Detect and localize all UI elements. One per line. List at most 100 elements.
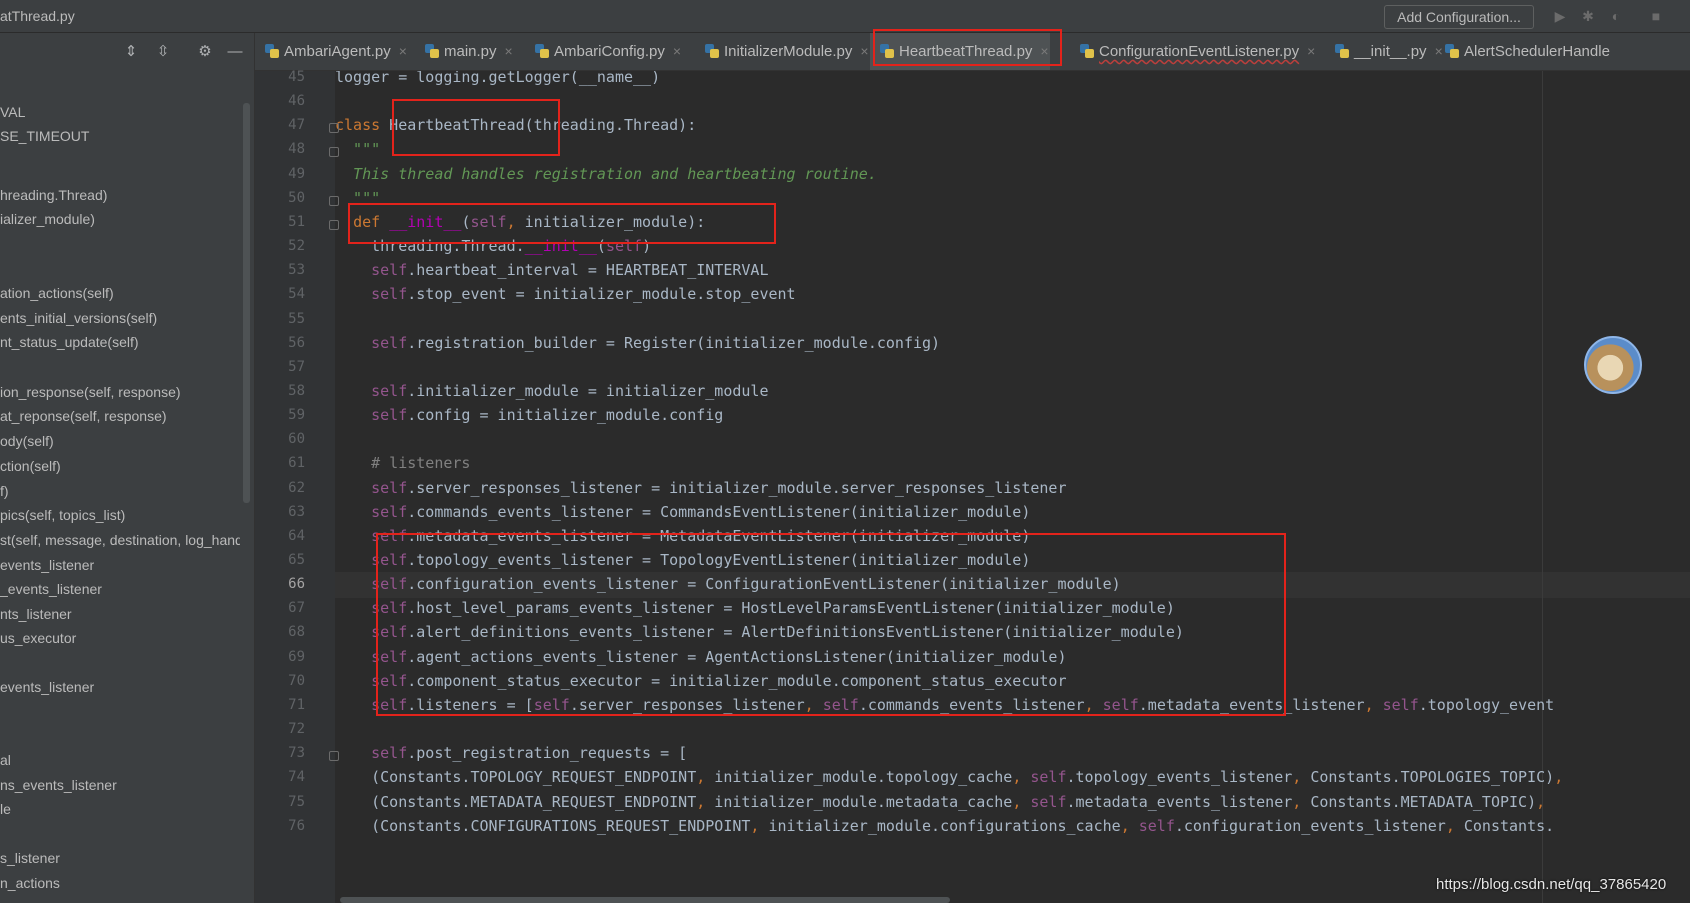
watermark: https://blog.csdn.net/qq_37865420: [1436, 876, 1667, 893]
structure-item[interactable]: le: [0, 801, 11, 817]
fold-marker-icon[interactable]: [329, 123, 339, 134]
line-number: 47: [288, 117, 305, 134]
line-number: 50: [288, 189, 305, 206]
close-icon[interactable]: ×: [505, 43, 513, 59]
collapse-all-icon[interactable]: ⇳: [154, 43, 172, 61]
fold-marker-icon[interactable]: [329, 195, 339, 206]
structure-item[interactable]: SE_TIMEOUT: [0, 128, 89, 144]
line-number: 69: [288, 648, 305, 665]
structure-item[interactable]: st(self, message, destination, log_hand: [0, 532, 240, 548]
code-line[interactable]: (Constants.TOPOLOGY_REQUEST_ENDPOINT, in…: [335, 768, 1563, 786]
structure-item[interactable]: us_executor: [0, 630, 76, 646]
structure-item[interactable]: _events_listener: [0, 581, 102, 597]
code-line[interactable]: self.commands_events_listener = Commands…: [335, 503, 1030, 521]
python-file-icon: [1335, 44, 1349, 58]
expand-all-icon[interactable]: ⇕: [122, 43, 140, 61]
code-line[interactable]: self.server_responses_listener = initial…: [335, 479, 1066, 497]
python-file-icon: [535, 44, 549, 58]
line-number: 52: [288, 238, 305, 255]
annotation-box-class: [392, 99, 560, 156]
structure-item[interactable]: events_listener: [0, 557, 94, 573]
code-line[interactable]: (Constants.CONFIGURATIONS_REQUEST_ENDPOI…: [335, 817, 1554, 835]
tab-configurationeventlistener-py[interactable]: ConfigurationEventListener.py ×: [1070, 33, 1315, 70]
code-line[interactable]: self.initializer_module = initializer_mo…: [335, 382, 768, 400]
structure-item[interactable]: ion_response(self, response): [0, 384, 181, 400]
run-icon[interactable]: ▶: [1552, 8, 1568, 24]
structure-item[interactable]: ction(self): [0, 458, 61, 474]
tab-label: AmbariAgent.py: [284, 43, 391, 60]
line-number: 64: [288, 527, 305, 544]
stop-icon[interactable]: ■: [1648, 8, 1664, 24]
structure-item[interactable]: pics(self, topics_list): [0, 507, 125, 523]
structure-item[interactable]: n_actions: [0, 875, 60, 891]
code-line[interactable]: self.post_registration_requests = [: [335, 744, 687, 762]
structure-item[interactable]: nts_listener: [0, 606, 72, 622]
python-file-icon: [705, 44, 719, 58]
python-file-icon: [425, 44, 439, 58]
structure-item[interactable]: ializer_module): [0, 211, 95, 227]
structure-item[interactable]: ns_events_listener: [0, 777, 117, 793]
structure-item[interactable]: nt_status_update(self): [0, 334, 139, 350]
close-icon[interactable]: ×: [860, 43, 868, 59]
line-number: 73: [288, 745, 305, 762]
tab-ambariagent-py[interactable]: AmbariAgent.py ×: [255, 33, 407, 70]
line-number: 57: [288, 358, 305, 375]
line-number: 66: [288, 576, 305, 593]
fold-marker-icon[interactable]: [329, 219, 339, 230]
tab-label: AmbariConfig.py: [554, 43, 665, 60]
code-line[interactable]: logger = logging.getLogger(__name__): [335, 71, 660, 86]
structure-item[interactable]: ody(self): [0, 433, 54, 449]
fold-marker-icon[interactable]: [329, 751, 339, 762]
code-line[interactable]: (Constants.METADATA_REQUEST_ENDPOINT, in…: [335, 793, 1545, 811]
line-number: 55: [288, 310, 305, 327]
structure-item[interactable]: al: [0, 752, 11, 768]
code-line[interactable]: # listeners: [335, 454, 470, 472]
code-line[interactable]: """: [335, 140, 380, 158]
structure-item[interactable]: ents_initial_versions(self): [0, 310, 157, 326]
structure-scrollbar[interactable]: [243, 103, 250, 503]
code-line[interactable]: self.stop_event = initializer_module.sto…: [335, 285, 795, 303]
close-icon[interactable]: ×: [399, 43, 407, 59]
tab-main-py[interactable]: main.py ×: [415, 33, 515, 70]
tab-initializermodule-py[interactable]: InitializerModule.py ×: [695, 33, 869, 70]
line-number: 65: [288, 552, 305, 568]
horizontal-scrollbar[interactable]: [340, 897, 950, 903]
structure-item[interactable]: ation_actions(self): [0, 285, 114, 301]
tab-alertschedulerhandle[interactable]: AlertSchedulerHandle: [1435, 33, 1690, 70]
close-icon[interactable]: ×: [673, 43, 681, 59]
code-line[interactable]: This thread handles registration and hea…: [335, 165, 877, 183]
code-editor[interactable]: logger = logging.getLogger(__name__) clas…: [335, 71, 1690, 903]
avatar[interactable]: [1584, 336, 1642, 394]
coverage-icon[interactable]: ◐: [1608, 8, 1624, 24]
title-bar: atThread.py Add Configuration... ▶ ✱ ◐ ■: [0, 0, 1690, 33]
line-number: 72: [288, 721, 305, 738]
line-number: 56: [288, 334, 305, 351]
python-file-icon: [1080, 44, 1094, 58]
fold-marker-icon[interactable]: [329, 147, 339, 158]
line-number: 74: [288, 769, 305, 786]
line-number: 48: [288, 141, 305, 158]
line-number-gutter: 45 46 47 48 49 50 51 52 53 54 55 56 57 58 59 60 61 62 63 64…: [255, 69, 335, 903]
line-number: 63: [288, 503, 305, 520]
structure-item[interactable]: events_listener: [0, 679, 94, 695]
structure-item[interactable]: at_reponse(self, response): [0, 408, 167, 424]
tab-ambariconfig-py[interactable]: AmbariConfig.py ×: [525, 33, 685, 70]
line-number: 70: [288, 672, 305, 689]
tab-init-py[interactable]: __init__.py ×: [1325, 33, 1443, 70]
structure-item[interactable]: s_listener: [0, 850, 60, 866]
code-line[interactable]: self.heartbeat_interval = HEARTBEAT_INTE…: [335, 261, 768, 279]
structure-item[interactable]: VAL: [0, 104, 25, 120]
hide-panel-icon[interactable]: —: [226, 43, 244, 61]
window-title: atThread.py: [0, 8, 75, 24]
line-number: 45: [288, 69, 305, 85]
close-icon[interactable]: ×: [1307, 43, 1315, 59]
debug-icon[interactable]: ✱: [1580, 8, 1596, 24]
add-configuration-button[interactable]: Add Configuration...: [1384, 5, 1534, 29]
code-line[interactable]: self.config = initializer_module.config: [335, 406, 723, 424]
line-number: 58: [288, 382, 305, 399]
structure-item[interactable]: hreading.Thread): [0, 187, 107, 203]
gear-icon[interactable]: ⚙: [196, 43, 214, 61]
code-line[interactable]: self.registration_builder = Register(ini…: [335, 334, 940, 352]
line-number: 54: [288, 286, 305, 303]
structure-item[interactable]: f): [0, 483, 9, 499]
